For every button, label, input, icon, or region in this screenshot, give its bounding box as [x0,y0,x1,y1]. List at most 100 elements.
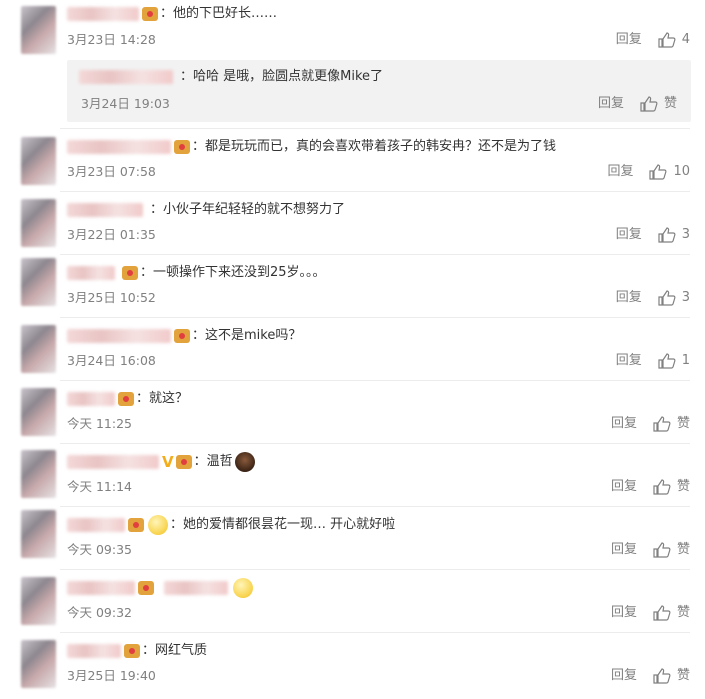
thumbs-up-icon [658,353,676,369]
reply-button[interactable]: 回复 [616,226,642,244]
comment-text: ：温哲 [193,454,233,469]
thumbs-up-icon [653,605,671,621]
username-blurred[interactable] [79,70,173,84]
thumbs-up-icon [658,32,676,48]
like-button[interactable]: 赞 [653,541,690,559]
reply-button[interactable]: 回复 [611,604,637,622]
verified-v-icon: V [162,453,174,471]
reply-button[interactable]: 回复 [611,415,637,433]
reply-button[interactable]: 回复 [611,667,637,685]
reply-button[interactable]: 回复 [616,289,642,307]
avatar[interactable] [21,199,56,247]
username-blurred[interactable] [67,392,115,406]
reply-button[interactable]: 回复 [611,541,637,559]
like-count: 3 [681,227,690,242]
avatar[interactable] [21,450,56,498]
nested-reply: ：哈哈 是哦，脸圆点就更像Mike了 3月24日 19:03 回复 赞 [67,60,691,122]
username-blurred[interactable] [67,329,171,343]
comment-time: 3月25日 10:52 [67,290,156,305]
username-blurred[interactable] [67,581,135,595]
comment-text: ：一顿操作下来还没到25岁。。。 [140,265,326,280]
comment-time: 今天 11:25 [67,416,132,431]
thumbs-up-icon [653,668,671,684]
thumbs-up-icon [640,96,658,112]
like-label: 赞 [676,479,690,494]
comment-item: ：小伙子年纪轻轻的就不想努力了 3月22日 01:35 回复 3 [0,191,705,254]
avatar[interactable] [21,577,56,625]
vip-badge-icon [118,392,134,406]
vip-badge-icon [174,140,190,154]
comment-text: ：就这？ [136,391,189,406]
username-blurred[interactable] [67,518,125,532]
like-button[interactable]: 1 [658,352,690,370]
emoji-icon [148,515,168,535]
like-label: 赞 [663,96,677,111]
mention-blurred[interactable] [164,581,228,595]
username-blurred[interactable] [67,644,121,658]
avatar[interactable] [21,6,56,54]
vip-badge-icon [138,581,154,595]
username-blurred[interactable] [67,455,159,469]
vip-badge-icon [175,455,192,469]
like-label: 赞 [676,605,690,620]
like-button[interactable]: 赞 [653,415,690,433]
comment-item: ：都是玩玩而已，真的会喜欢带着孩子的韩安冉？还不是为了钱 3月23日 07:58… [0,128,705,191]
reply-time: 3月24日 19:03 [81,96,170,111]
comment-item: ：这不是mike吗？ 3月24日 16:08 回复 1 [0,317,705,380]
like-label: 赞 [676,416,690,431]
avatar[interactable] [21,388,56,436]
avatar[interactable] [21,510,56,558]
vip-badge-icon [124,644,140,658]
like-label: 赞 [676,542,690,557]
like-button[interactable]: 赞 [653,604,690,622]
like-count: 3 [681,290,690,305]
avatar[interactable] [21,137,56,185]
username-blurred[interactable] [67,266,115,280]
like-button[interactable]: 3 [658,289,690,307]
avatar[interactable] [21,640,56,688]
emoji-icon [234,452,255,472]
comment-time: 3月22日 01:35 [67,227,156,242]
reply-button[interactable]: 回复 [607,163,633,181]
reply-button[interactable]: 回复 [598,95,624,113]
comment-time: 今天 09:32 [67,605,132,620]
like-button[interactable]: 赞 [653,478,690,496]
like-button[interactable]: 3 [658,226,690,244]
comment-text: ：他的下巴好长…… [160,6,278,21]
reply-button[interactable]: 回复 [611,478,637,496]
comment-time: 3月25日 19:40 [67,668,156,683]
like-button[interactable]: 4 [658,31,690,49]
comment-item: ：她的爱情都很昙花一现… 开心就好啦 今天 09:35 回复 赞 [0,506,705,569]
vip-badge-icon [122,266,138,280]
comment-time: 3月23日 07:58 [67,164,156,179]
reply-button[interactable]: 回复 [616,31,642,49]
username-blurred[interactable] [67,140,171,154]
comment-time: 3月24日 16:08 [67,353,156,368]
like-count: 10 [673,164,690,179]
like-button[interactable]: 10 [649,163,690,181]
avatar[interactable] [21,325,56,373]
emoji-icon [233,578,253,598]
thumbs-up-icon [653,479,671,495]
comment-text: ：小伙子年纪轻轻的就不想努力了 [150,202,346,217]
thumbs-up-icon [658,290,676,306]
comment-item: ：一顿操作下来还没到25岁。。。 3月25日 10:52 回复 3 [0,254,705,317]
like-button[interactable]: 赞 [653,667,690,685]
comment-item: V ：温哲 今天 11:14 回复 赞 [0,443,705,506]
thumbs-up-icon [653,542,671,558]
username-blurred[interactable] [67,203,143,217]
comment-text: ：她的爱情都很昙花一现… 开心就好啦 [170,517,396,532]
like-count: 1 [681,353,690,368]
comment-text: ：都是玩玩而已，真的会喜欢带着孩子的韩安冉？还不是为了钱 [192,139,557,154]
comment-text: ：这不是mike吗？ [192,328,302,343]
comment-item: ：就这？ 今天 11:25 回复 赞 [0,380,705,443]
comment-time: 3月23日 14:28 [67,32,156,47]
like-count: 4 [681,32,690,47]
username-blurred[interactable] [67,7,139,21]
reply-button[interactable]: 回复 [616,352,642,370]
avatar[interactable] [21,258,56,306]
vip-badge-icon [142,7,158,21]
like-label: 赞 [676,668,690,683]
like-button[interactable]: 赞 [640,95,677,113]
thumbs-up-icon [649,164,667,180]
